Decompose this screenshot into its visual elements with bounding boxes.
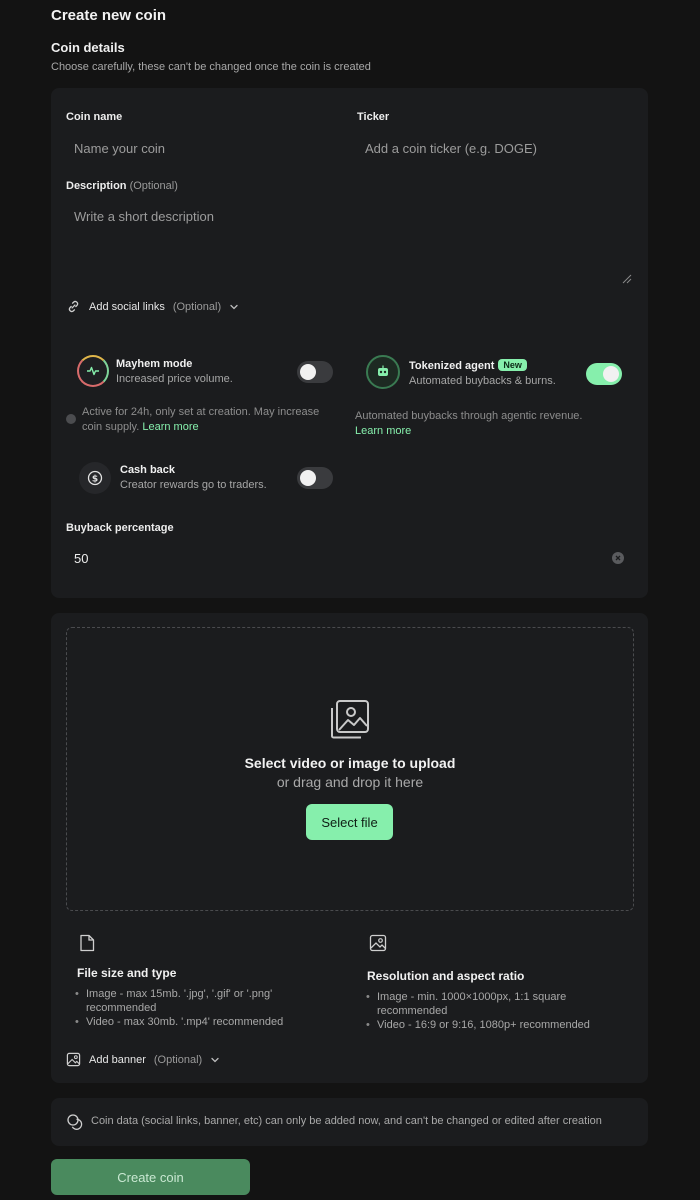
chevron-down-icon: [230, 304, 238, 309]
select-file-button[interactable]: Select file: [306, 804, 393, 840]
resolution-info-list: Image - min. 1000×1000px, 1:1 square rec…: [366, 990, 616, 1032]
resize-grip-icon[interactable]: [622, 274, 632, 284]
description-label: Description (Optional): [66, 180, 178, 192]
list-item: Image - min. 1000×1000px, 1:1 square rec…: [366, 990, 616, 1018]
cash-back-toggle[interactable]: [297, 467, 333, 489]
add-banner-toggle[interactable]: Add banner (Optional): [66, 1052, 220, 1067]
tokenized-agent-icon: [366, 355, 400, 389]
info-icon: [66, 414, 76, 424]
file-icon: [80, 934, 95, 952]
pulse-icon: [87, 366, 99, 376]
tokenized-agent-title: Tokenized agent New: [409, 359, 527, 372]
mayhem-mode-icon: [77, 355, 109, 387]
ticker-input[interactable]: Add a coin ticker (e.g. DOGE): [357, 132, 634, 164]
image-icon: [66, 1052, 81, 1067]
svg-text:$: $: [92, 474, 98, 484]
chevron-down-icon: [211, 1057, 219, 1062]
add-social-links-toggle[interactable]: Add social links (Optional): [66, 299, 239, 314]
mayhem-mode-title: Mayhem mode: [116, 358, 193, 370]
buyback-input[interactable]: 50: [66, 542, 634, 574]
mayhem-mode-subtitle: Increased price volume.: [116, 373, 233, 385]
agent-learn-more-link[interactable]: Learn more: [355, 424, 625, 439]
coin-name-label: Coin name: [66, 111, 123, 123]
mayhem-mode-toggle[interactable]: [297, 361, 333, 383]
info-note-text: Coin data (social links, banner, etc) ca…: [91, 1115, 602, 1127]
file-info-title: File size and type: [77, 966, 177, 980]
coins-icon: [67, 1114, 83, 1130]
cash-back-subtitle: Creator rewards go to traders.: [120, 479, 267, 491]
section-subtitle: Choose carefully, these can't be changed…: [51, 61, 371, 73]
cash-back-icon: $: [79, 462, 111, 494]
new-badge: New: [498, 359, 527, 371]
coin-name-input[interactable]: Name your coin: [66, 132, 336, 164]
ticker-label: Ticker: [357, 111, 390, 123]
upload-title: Select video or image to upload: [244, 755, 456, 771]
close-icon: [615, 555, 621, 561]
mayhem-learn-more-link[interactable]: Learn more: [142, 421, 198, 433]
file-info-list: Image - max 15mb. '.jpg', '.gif' or '.pn…: [75, 987, 315, 1029]
description-textarea[interactable]: Write a short description: [66, 200, 634, 288]
image-upload-icon: [331, 700, 369, 739]
create-coin-button[interactable]: Create coin: [51, 1159, 250, 1195]
robot-icon: [378, 365, 388, 376]
tokenized-agent-subtitle: Automated buybacks & burns.: [409, 375, 556, 387]
tokenized-agent-toggle[interactable]: [586, 363, 622, 385]
list-item: Image - max 15mb. '.jpg', '.gif' or '.pn…: [75, 987, 315, 1015]
clear-icon[interactable]: [612, 552, 624, 564]
link-icon: [68, 300, 79, 313]
cash-back-title: Cash back: [120, 464, 176, 476]
list-item: Video - max 30mb. '.mp4' recommended: [75, 1015, 315, 1029]
dollar-icon: $: [87, 470, 103, 486]
page-title: Create new coin: [51, 7, 167, 24]
tokenized-agent-hint: Automated buybacks through agentic reven…: [355, 409, 625, 439]
resolution-info-title: Resolution and aspect ratio: [367, 969, 525, 983]
mayhem-mode-hint: Active for 24h, only set at creation. Ma…: [82, 406, 320, 433]
buyback-label: Buyback percentage: [66, 522, 174, 534]
upload-subtitle: or drag and drop it here: [276, 774, 424, 790]
image-icon: [369, 934, 387, 952]
list-item: Video - 16:9 or 9:16, 1080p+ recommended: [366, 1018, 616, 1032]
section-title: Coin details: [51, 40, 125, 55]
